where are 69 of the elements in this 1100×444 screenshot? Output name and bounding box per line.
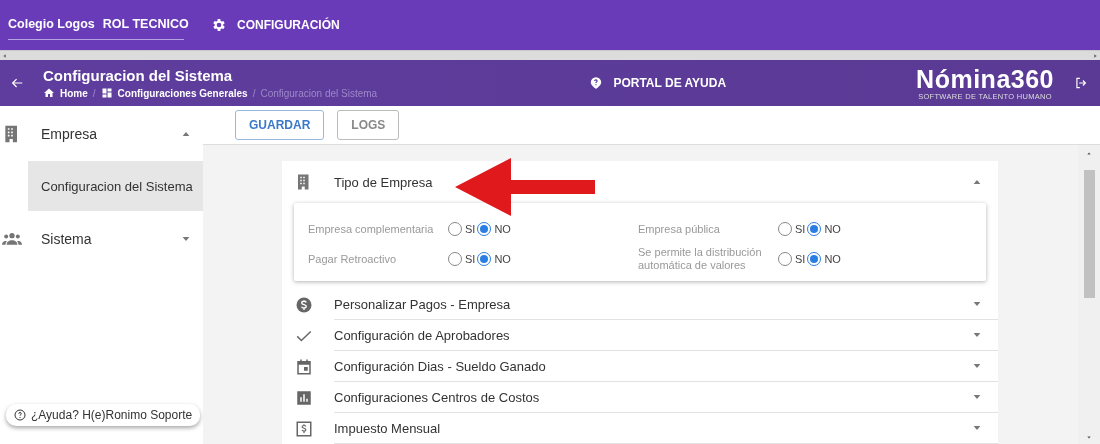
school-name: Colegio Logos [8, 16, 95, 31]
horizontal-scrollbar[interactable] [0, 50, 1100, 60]
scroll-left-icon [2, 52, 7, 59]
option-label: NO [494, 253, 511, 265]
breadcrumb-separator: / [252, 87, 256, 99]
chart-icon [295, 388, 313, 407]
breadcrumb-current: Configuracion del Sistema [260, 87, 378, 99]
settings-icon [211, 17, 227, 33]
dollar-icon [295, 295, 313, 314]
help-portal-link[interactable]: PORTAL DE AYUDA [613, 76, 727, 90]
radio-button[interactable] [807, 252, 822, 266]
sidebar-item[interactable]: Sistema [0, 211, 203, 266]
home-icon [43, 87, 55, 99]
breadcrumb-separator: / [92, 87, 96, 99]
radio-option[interactable]: NO [477, 252, 511, 266]
accordion-header[interactable]: Configuración de Aprobadores [282, 320, 998, 351]
scroll-right-icon [1093, 52, 1098, 59]
option-label: NO [494, 223, 511, 235]
radio-button[interactable] [477, 222, 492, 236]
radio-button[interactable] [778, 252, 792, 266]
save-button[interactable]: GUARDAR [235, 110, 325, 140]
role-label: ROL TECNICO [102, 16, 189, 31]
menu-label: CONFIGURACIÓN [237, 18, 340, 32]
dollar-sign-icon [295, 419, 313, 438]
radio-button[interactable] [477, 252, 492, 266]
radio-option[interactable]: NO [807, 222, 841, 236]
help-icon [14, 409, 26, 421]
logs-button[interactable]: LOGS [337, 110, 400, 140]
field-label: Se permite la distribución automática de valores [638, 246, 763, 272]
sidebar-item[interactable]: Empresa [0, 106, 203, 161]
radio-button[interactable] [448, 252, 462, 266]
accordion-header[interactable]: Configuraciones Centros de Costos [282, 382, 998, 413]
accordion-header[interactable]: Configuración Dias - Sueldo Ganado [282, 351, 998, 382]
option-label: SI [465, 223, 476, 235]
radio-option[interactable]: SI [778, 252, 806, 266]
back-arrow-icon[interactable] [10, 76, 24, 90]
logo-wordmark: Nómina360 [916, 65, 1054, 92]
accordion-header[interactable]: Tipo de Empresa [282, 161, 998, 203]
help-chip-label: ¿Ayuda? H(e)Ronimo Soporte [31, 408, 193, 422]
scrollbar-thumb[interactable] [1083, 170, 1095, 298]
radio-option[interactable]: SI [448, 222, 476, 236]
option-label: NO [824, 253, 841, 265]
breadcrumb-link[interactable]: Home [60, 87, 88, 99]
scroll-up-icon [1086, 151, 1092, 156]
sidebar-subitem[interactable]: Configuracion del Sistema [28, 161, 203, 211]
option-label: NO [824, 223, 841, 235]
radio-button[interactable] [448, 222, 462, 236]
page-title: Configuracion del Sistema [43, 67, 234, 84]
scroll-down-icon [1086, 435, 1092, 440]
grid-icon [100, 87, 113, 99]
logout-icon[interactable] [1074, 76, 1088, 90]
radio-option[interactable]: SI [778, 222, 806, 236]
radio-button[interactable] [807, 222, 822, 236]
help-chip[interactable]: ¿Ayuda? H(e)Ronimo Soporte [6, 404, 201, 426]
accordion-header[interactable]: Impuesto Mensual [282, 413, 998, 444]
radio-button[interactable] [778, 222, 792, 236]
accordion-header[interactable]: Personalizar Pagos - Empresa [282, 289, 998, 320]
calendar-icon [295, 357, 313, 376]
breadcrumb-link[interactable]: Configuraciones Generales [117, 87, 248, 99]
field-label: Empresa pública [638, 222, 721, 236]
field-label: Pagar Retroactivo [308, 252, 398, 266]
option-label: SI [795, 253, 806, 265]
help-icon [589, 76, 604, 90]
radio-option[interactable]: NO [477, 222, 511, 236]
radio-option[interactable]: NO [807, 252, 841, 266]
option-label: SI [795, 223, 806, 235]
option-label: SI [465, 253, 476, 265]
field-label: Empresa complementaria [308, 222, 435, 236]
radio-option[interactable]: SI [448, 252, 476, 266]
